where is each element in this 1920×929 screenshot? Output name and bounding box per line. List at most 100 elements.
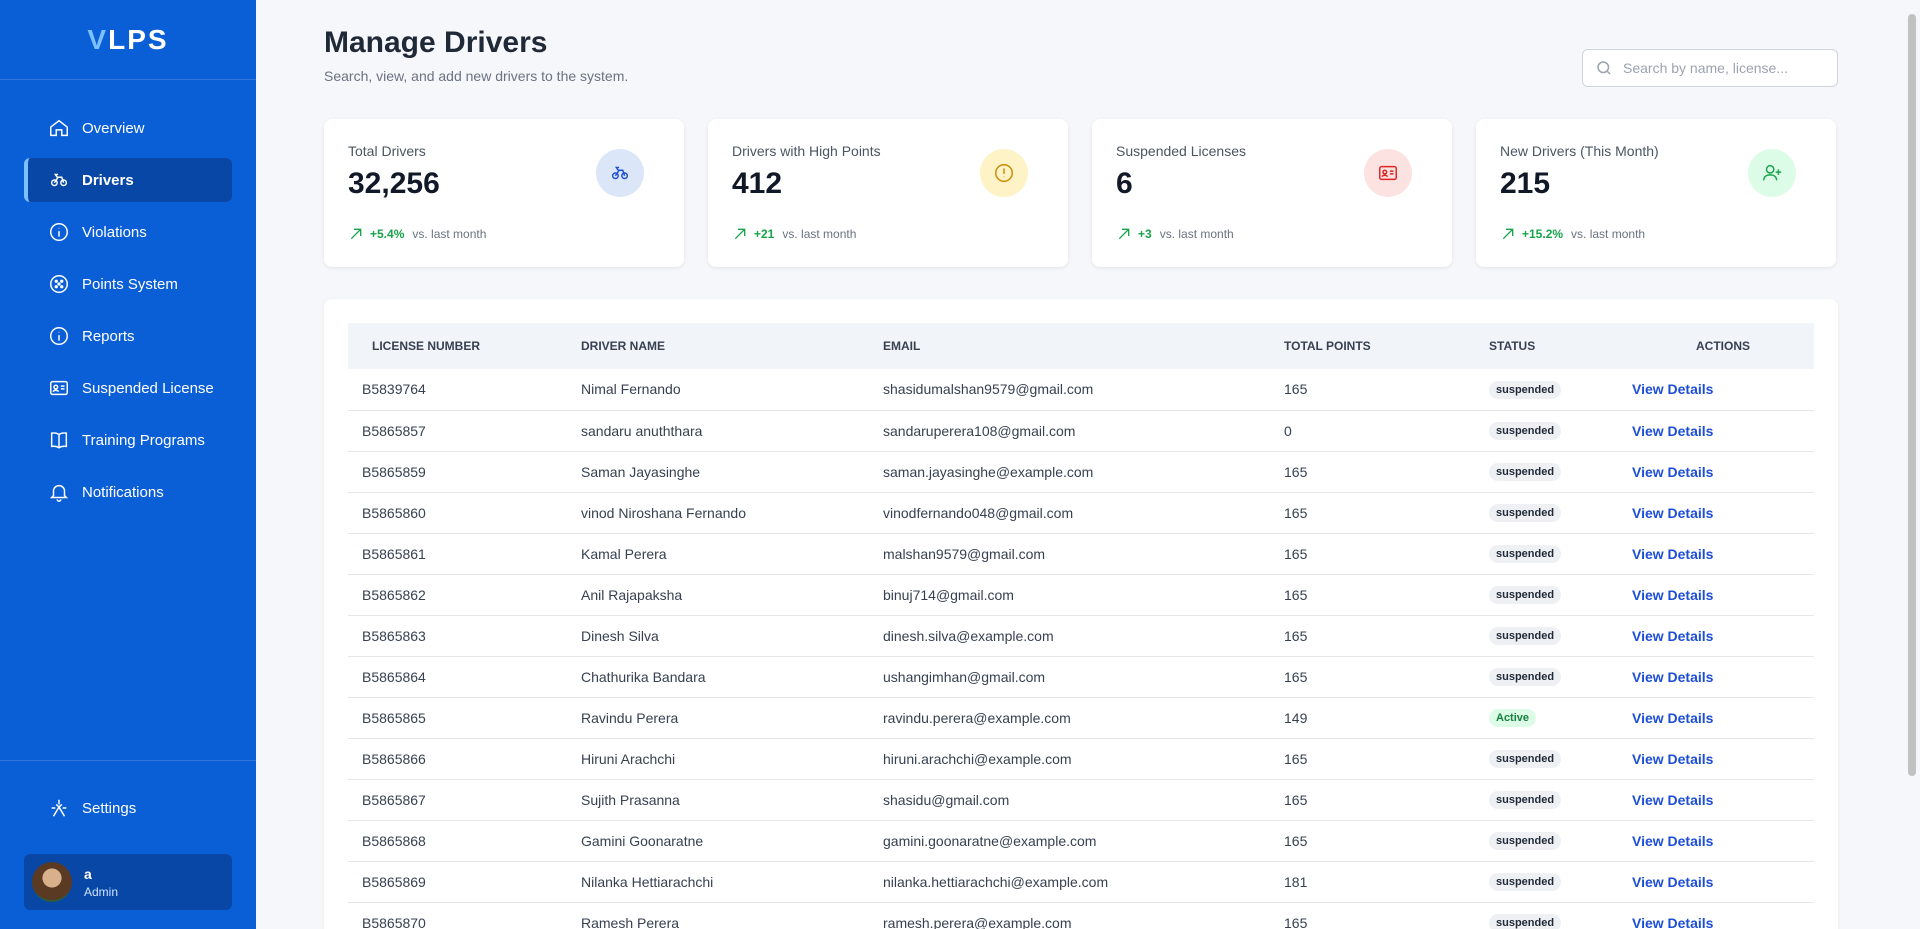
status-cell: suspended — [1489, 779, 1632, 821]
view-details-link[interactable]: View Details — [1632, 628, 1713, 644]
view-details-link[interactable]: View Details — [1632, 381, 1713, 397]
email-cell: sandaruperera108@gmail.com — [883, 410, 1284, 452]
view-details-link[interactable]: View Details — [1632, 874, 1713, 890]
sidebar-item-points-system[interactable]: Points System — [24, 262, 232, 306]
avatar — [32, 862, 72, 902]
drivers-table-card: LICENSE NUMBER DRIVER NAME EMAIL TOTAL P… — [324, 299, 1838, 929]
table-row[interactable]: B5865863 Dinesh Silva dinesh.silva@examp… — [348, 615, 1814, 657]
view-details-link[interactable]: View Details — [1632, 833, 1713, 849]
status-cell: suspended — [1489, 738, 1632, 780]
sidebar-item-overview[interactable]: Overview — [24, 106, 232, 150]
driver-name-cell: Saman Jayasinghe — [581, 451, 883, 493]
sidebar-item-suspended-license[interactable]: Suspended License — [24, 366, 232, 410]
home-icon — [48, 117, 70, 139]
driver-name-cell: Sujith Prasanna — [581, 779, 883, 821]
stat-card-trend-note: vs. last month — [782, 227, 857, 241]
sidebar-item-label: Drivers — [82, 171, 134, 189]
sidebar-item-label: Points System — [82, 275, 178, 293]
table-row[interactable]: B5865870 Ramesh Perera ramesh.perera@exa… — [348, 902, 1814, 929]
stat-card-trend-value: +21 — [754, 227, 775, 241]
email-cell: saman.jayasinghe@example.com — [883, 451, 1284, 493]
status-cell: suspended — [1489, 861, 1632, 903]
total-points-cell: 165 — [1284, 574, 1489, 616]
driver-name-cell: Anil Rajapaksha — [581, 574, 883, 616]
sidebar-item-reports[interactable]: Reports — [24, 314, 232, 358]
sidebar-item-violations[interactable]: Violations — [24, 210, 232, 254]
view-details-link[interactable]: View Details — [1632, 751, 1713, 767]
driver-name-cell: Hiruni Arachchi — [581, 738, 883, 780]
stat-card-trend-value: +15.2% — [1522, 227, 1564, 241]
view-details-link[interactable]: View Details — [1632, 464, 1713, 480]
status-badge: suspended — [1489, 463, 1562, 481]
view-details-link[interactable]: View Details — [1632, 505, 1713, 521]
table-row[interactable]: B5865861 Kamal Perera malshan9579@gmail.… — [348, 533, 1814, 575]
table-row[interactable]: B5865857 sandaru anuththara sandaruperer… — [348, 410, 1814, 452]
page-scrollbar[interactable] — [1908, 14, 1916, 776]
sidebar-item-settings[interactable]: Settings — [24, 786, 232, 830]
search-icon — [1597, 61, 1611, 75]
view-details-link[interactable]: View Details — [1632, 792, 1713, 808]
driver-name-cell: Dinesh Silva — [581, 615, 883, 657]
total-points-cell: 165 — [1284, 492, 1489, 534]
status-cell: suspended — [1489, 369, 1632, 411]
email-cell: dinesh.silva@example.com — [883, 615, 1284, 657]
column-header-total-points[interactable]: TOTAL POINTS — [1284, 323, 1489, 369]
column-header-status[interactable]: STATUS — [1489, 323, 1632, 369]
sidebar: V LPS Overview Drivers Violations Points Sys… — [0, 0, 256, 929]
table-row[interactable]: B5865865 Ravindu Perera ravindu.perera@e… — [348, 697, 1814, 739]
view-details-link[interactable]: View Details — [1632, 710, 1713, 726]
user-plus-icon — [1748, 149, 1796, 197]
total-points-cell: 165 — [1284, 779, 1489, 821]
view-details-link[interactable]: View Details — [1632, 915, 1713, 929]
sidebar-item-training-programs[interactable]: Training Programs — [24, 418, 232, 462]
column-header-license[interactable]: LICENSE NUMBER — [348, 323, 581, 369]
sidebar-item-notifications[interactable]: Notifications — [24, 470, 232, 514]
status-badge: suspended — [1489, 380, 1562, 399]
column-header-actions: ACTIONS — [1632, 323, 1814, 369]
email-cell: vinodfernando048@gmail.com — [883, 492, 1284, 534]
status-cell: suspended — [1489, 574, 1632, 616]
table-row[interactable]: B5865862 Anil Rajapaksha binuj714@gmail.… — [348, 574, 1814, 616]
book-icon — [48, 429, 70, 451]
user-profile-card[interactable]: a Admin — [24, 854, 232, 910]
status-badge: Active — [1489, 709, 1537, 727]
points-icon — [48, 273, 70, 295]
license-number-cell: B5865869 — [348, 861, 581, 903]
view-details-link[interactable]: View Details — [1632, 423, 1713, 439]
table-row[interactable]: B5839764 Nimal Fernando shasidumalshan95… — [348, 369, 1814, 411]
status-badge: suspended — [1489, 545, 1562, 563]
status-cell: suspended — [1489, 820, 1632, 862]
actions-cell: View Details — [1632, 738, 1814, 780]
view-details-link[interactable]: View Details — [1632, 546, 1713, 562]
table-row[interactable]: B5865868 Gamini Goonaratne gamini.goonar… — [348, 820, 1814, 862]
sidebar-item-label: Reports — [82, 327, 135, 345]
view-details-link[interactable]: View Details — [1632, 587, 1713, 603]
settings-icon — [48, 797, 70, 819]
status-cell: suspended — [1489, 615, 1632, 657]
license-number-cell: B5865867 — [348, 779, 581, 821]
status-cell: suspended — [1489, 656, 1632, 698]
column-header-driver-name[interactable]: DRIVER NAME — [581, 323, 883, 369]
view-details-link[interactable]: View Details — [1632, 669, 1713, 685]
page-subtitle: Search, view, and add new drivers to the… — [324, 68, 629, 84]
status-badge: suspended — [1489, 422, 1562, 440]
license-number-cell: B5865870 — [348, 902, 581, 929]
sidebar-item-drivers[interactable]: Drivers — [24, 158, 232, 202]
app-logo[interactable]: V LPS — [0, 0, 256, 80]
table-row[interactable]: B5865867 Sujith Prasanna shasidu@gmail.c… — [348, 779, 1814, 821]
column-header-email[interactable]: EMAIL — [883, 323, 1284, 369]
table-row[interactable]: B5865866 Hiruni Arachchi hiruni.arachchi… — [348, 738, 1814, 780]
trend-up-icon — [350, 228, 362, 240]
total-points-cell: 165 — [1284, 820, 1489, 862]
table-row[interactable]: B5865869 Nilanka Hettiarachchi nilanka.h… — [348, 861, 1814, 903]
stat-card-trend: +15.2% vs. last month — [1500, 226, 1645, 242]
status-badge: suspended — [1489, 832, 1562, 850]
table-row[interactable]: B5865859 Saman Jayasinghe saman.jayasing… — [348, 451, 1814, 493]
search-input[interactable] — [1623, 60, 1833, 76]
table-row[interactable]: B5865860 vinod Niroshana Fernando vinodf… — [348, 492, 1814, 534]
id-card-icon — [48, 377, 70, 399]
search-box[interactable] — [1582, 49, 1838, 87]
page-title: Manage Drivers — [324, 26, 548, 59]
sidebar-item-label: Overview — [82, 119, 145, 137]
table-row[interactable]: B5865864 Chathurika Bandara ushangimhan@… — [348, 656, 1814, 698]
